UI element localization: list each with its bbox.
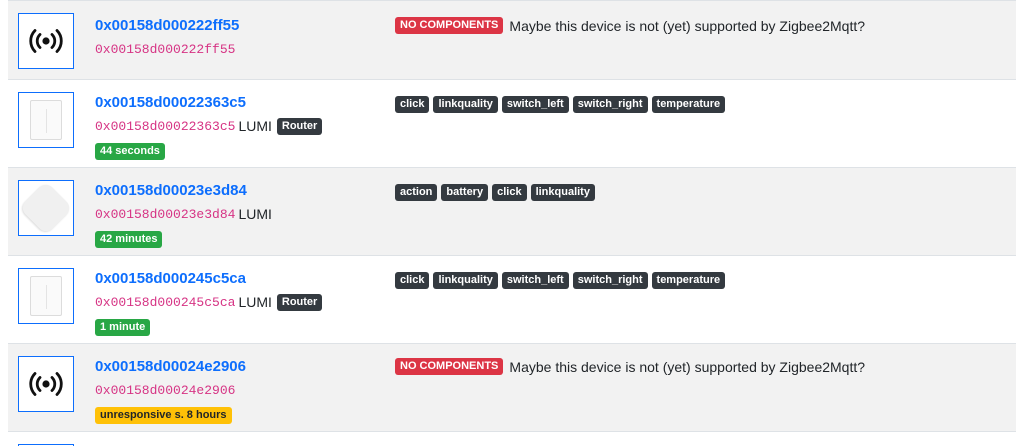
feature-badge: temperature [651, 272, 726, 289]
device-image[interactable] [18, 268, 74, 324]
last-seen-badge: 44 seconds [95, 143, 165, 160]
device-friendly-name-link[interactable]: 0x00158d000245c5ca [95, 270, 322, 288]
feature-badge: linkquality [530, 184, 595, 201]
feature-badge: temperature [651, 96, 726, 113]
device-type-badge: Router [276, 117, 323, 135]
device-type-badge: Router [276, 293, 323, 311]
unsupported-message: Maybe this device is not (yet) supported… [509, 17, 866, 34]
device-friendly-name-link[interactable]: 0x00158d00023e3d84 [95, 182, 272, 200]
device-row: 0x00158d00024e2906 0x00158d00024e2906 un… [8, 343, 1016, 431]
device-friendly-name-link[interactable]: 0x00158d00024e2906 [95, 358, 246, 376]
device-ieee-address: 0x00158d000222ff55 [95, 41, 236, 57]
device-image[interactable] [18, 92, 74, 148]
device-image[interactable] [18, 180, 74, 236]
wall-switch-image [30, 100, 62, 140]
feature-badge: action [395, 184, 438, 201]
feature-badge: linkquality [433, 272, 498, 289]
feature-badge: click [395, 272, 430, 289]
device-row: 0x00158d000222ff55 0x00158d000222ff55 NO… [8, 0, 1016, 79]
device-ieee-address: 0x00158d00022363c5 [95, 118, 236, 134]
last-seen-badge: 1 minute [95, 319, 151, 336]
last-seen-badge: unresponsive s. 8 hours [95, 407, 232, 424]
device-vendor: LUMI [238, 118, 272, 134]
device-friendly-name-link[interactable]: 0x00158d00022363c5 [95, 94, 322, 112]
device-vendor: LUMI [238, 206, 272, 222]
feature-badge: click [395, 96, 430, 113]
device-vendor: LUMI [238, 294, 272, 310]
device-row: 0x00158d00022363c5 0x00158d00022363c5 LU… [8, 79, 1016, 167]
device-ieee-address: 0x00158d00023e3d84 [95, 206, 236, 222]
device-ieee-address: 0x00158d000245c5ca [95, 294, 236, 310]
feature-badge: switch_right [572, 272, 648, 289]
broadcast-icon [29, 29, 63, 53]
feature-badge: switch_left [501, 96, 569, 113]
feature-list: click linkquality switch_left switch_rig… [395, 96, 726, 113]
no-components-badge: NO COMPONENTS [395, 17, 504, 34]
feature-badge: switch_left [501, 272, 569, 289]
last-seen-badge: 42 minutes [95, 231, 163, 248]
feature-badge: linkquality [433, 96, 498, 113]
no-components-badge: NO COMPONENTS [395, 358, 504, 375]
feature-badge: click [492, 184, 527, 201]
device-row [8, 431, 1016, 446]
device-row: 0x00158d000245c5ca 0x00158d000245c5ca LU… [8, 255, 1016, 343]
device-friendly-name-link[interactable]: 0x00158d000222ff55 [95, 17, 239, 35]
wireless-button-image [19, 181, 73, 235]
unsupported-message: Maybe this device is not (yet) supported… [509, 358, 866, 375]
device-image[interactable] [18, 13, 74, 69]
device-row: 0x00158d00023e3d84 0x00158d00023e3d84 LU… [8, 167, 1016, 255]
device-image[interactable] [18, 356, 74, 412]
feature-list: action battery click linkquality [395, 184, 595, 201]
feature-badge: switch_right [572, 96, 648, 113]
device-ieee-address: 0x00158d00024e2906 [95, 382, 236, 398]
broadcast-icon [29, 372, 63, 396]
wall-switch-image [30, 276, 62, 316]
feature-list: click linkquality switch_left switch_rig… [395, 272, 726, 289]
feature-badge: battery [441, 184, 489, 201]
device-list: 0x00158d000222ff55 0x00158d000222ff55 NO… [0, 0, 1024, 446]
